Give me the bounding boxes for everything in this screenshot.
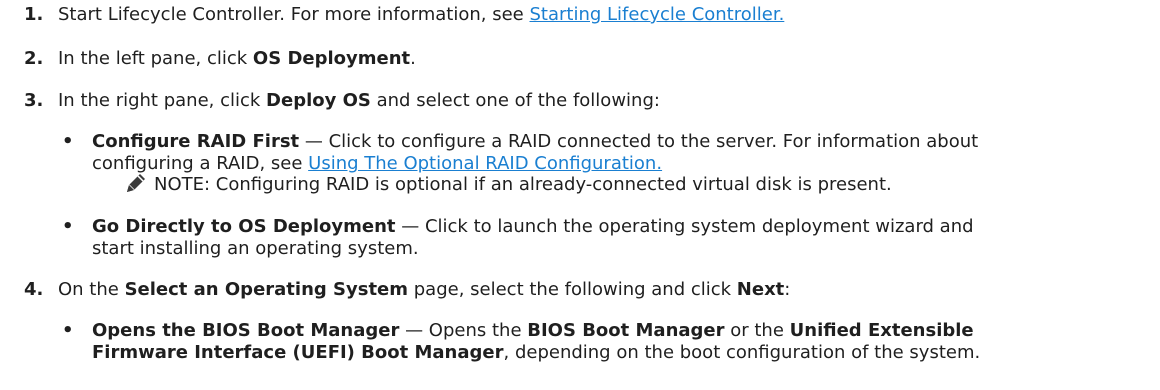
step-number: 3.: [24, 90, 44, 111]
bullet-text-continued: Firmware Interface (UEFI) Boot Manager, …: [92, 342, 980, 364]
bullet-glyph: •: [62, 216, 74, 237]
ui-term: Unified Extensible: [789, 320, 974, 341]
step-text: In the right pane, click Deploy OS and s…: [58, 90, 660, 112]
step-text-part: In the left pane, click: [58, 48, 253, 69]
step-text-part: Start Lifecycle Controller. For more inf…: [58, 4, 530, 25]
step-text-part: :: [784, 279, 791, 300]
ui-term: Next: [736, 279, 785, 300]
bullet-text: Opens the BIOS Boot Manager — Opens the …: [92, 320, 974, 342]
step-text-part: In the right pane, click: [58, 90, 267, 111]
ui-term: Firmware Interface (UEFI) Boot Manager: [92, 342, 504, 363]
bullet-text-part: , depending on the boot configuration of…: [503, 342, 981, 363]
using-optional-raid-configuration-link[interactable]: Using The Optional RAID Configuration.: [308, 153, 662, 174]
bullet-glyph: •: [62, 320, 74, 341]
ui-term: BIOS Boot Manager: [527, 320, 725, 341]
bullet-text-part: or the: [724, 320, 790, 341]
step-text-part: .: [410, 48, 416, 69]
bullet-text-continued: start installing an operating system.: [92, 238, 419, 260]
step-text-part: On the: [58, 279, 125, 300]
step-text: On the Select an Operating System page, …: [58, 279, 790, 301]
ui-term: OS Deployment: [252, 48, 411, 69]
ui-term: Select an Operating System: [124, 279, 409, 300]
step-text-part: and select one of the following:: [370, 90, 660, 111]
step-text: Start Lifecycle Controller. For more inf…: [58, 4, 784, 26]
bullet-text-part: — Click to launch the operating system d…: [395, 216, 974, 237]
note-body: Configuring RAID is optional if an alrea…: [210, 174, 892, 195]
step-number: 4.: [24, 279, 44, 300]
step-text-part: page, select the following and click: [408, 279, 737, 300]
step-number: 2.: [24, 48, 44, 69]
step-number: 1.: [24, 4, 44, 25]
ui-term: Deploy OS: [266, 90, 371, 111]
bullet-text-part: start installing an operating system.: [92, 238, 419, 259]
bullet-text-part: — Opens the: [399, 320, 528, 341]
pencil-note-icon: [123, 170, 149, 196]
starting-lifecycle-controller-link[interactable]: Starting Lifecycle Controller.: [529, 4, 784, 25]
bullet-text-part: — Click to configure a RAID connected to…: [299, 131, 979, 152]
note-label: NOTE:: [154, 174, 211, 195]
ui-term: Go Directly to OS Deployment: [92, 216, 396, 237]
bullet-glyph: •: [62, 131, 74, 152]
ui-term: Opens the BIOS Boot Manager: [92, 320, 400, 341]
note-text: NOTE: Configuring RAID is optional if an…: [154, 174, 892, 196]
bullet-text: Configure RAID First — Click to configur…: [92, 131, 978, 153]
bullet-text: Go Directly to OS Deployment — Click to …: [92, 216, 974, 238]
ui-term: Configure RAID First: [92, 131, 300, 152]
bullet-text-continued: configuring a RAID, see Using The Option…: [92, 153, 662, 175]
step-text: In the left pane, click OS Deployment.: [58, 48, 416, 70]
